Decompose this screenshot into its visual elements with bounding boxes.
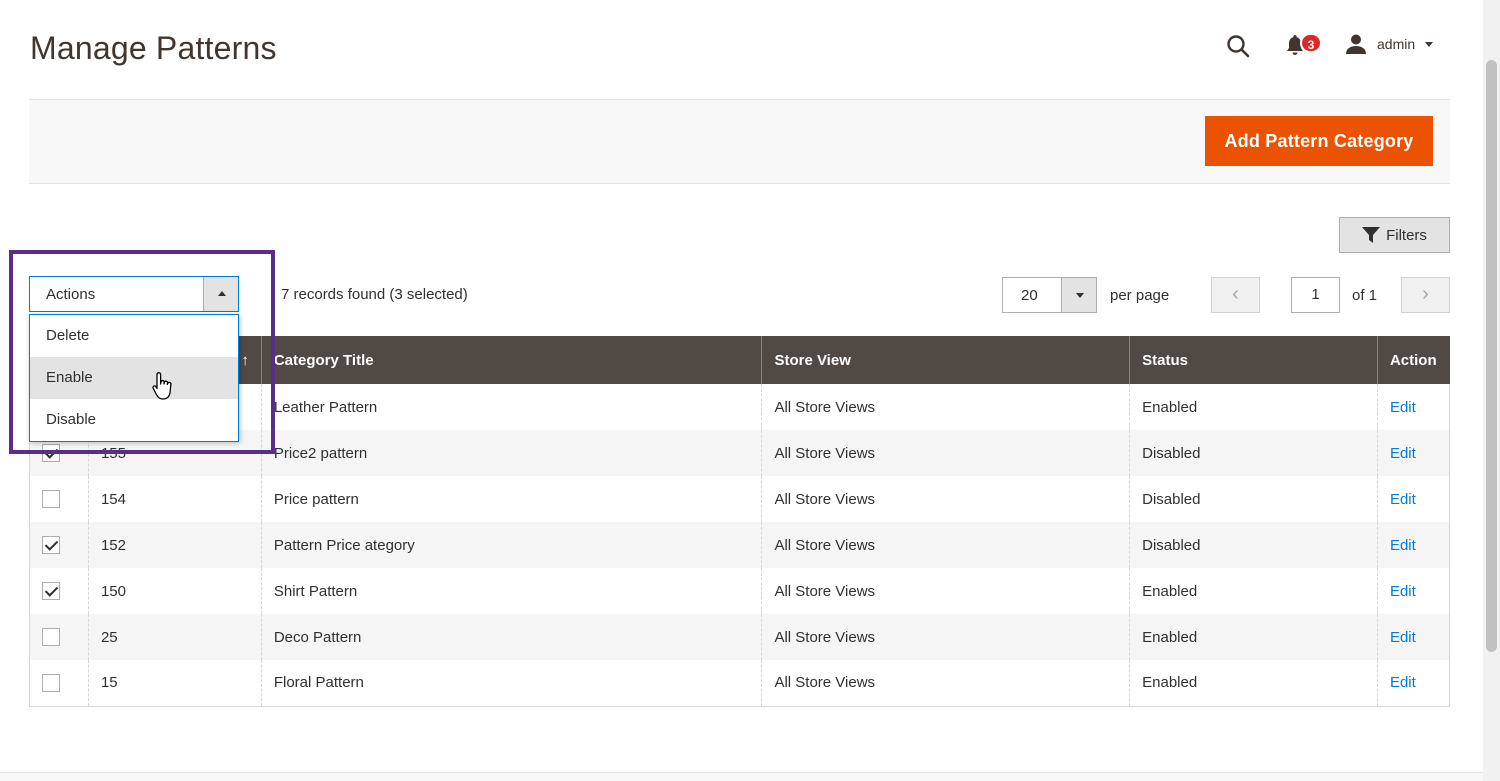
row-select-cell[interactable] <box>29 568 89 614</box>
row-select-cell[interactable] <box>29 614 89 660</box>
chevron-down-icon[interactable] <box>1061 278 1096 312</box>
table-row[interactable]: Leather Pattern All Store Views Enabled Edi… <box>29 384 1451 430</box>
row-action-cell: Edit <box>1376 614 1451 660</box>
row-store-view: All Store Views <box>761 430 1130 476</box>
chevron-up-icon[interactable] <box>203 277 238 311</box>
table-row[interactable]: 154 Price pattern All Store Views Disabled E… <box>29 476 1451 522</box>
edit-link[interactable]: Edit <box>1390 537 1416 554</box>
row-category-title: Deco Pattern <box>260 614 762 660</box>
row-action-cell: Edit <box>1376 476 1451 522</box>
row-category-title: Floral Pattern <box>260 660 762 707</box>
scrollbar-thumb[interactable] <box>1486 60 1497 652</box>
row-status: Disabled <box>1129 430 1378 476</box>
sort-arrow-icon[interactable]: ↑ <box>241 352 249 369</box>
row-id: 150 <box>87 568 262 614</box>
chevron-down-icon[interactable] <box>1425 42 1433 47</box>
column-header-store-view[interactable]: Store View <box>761 336 1130 384</box>
search-icon[interactable] <box>1226 34 1250 63</box>
column-header-status[interactable]: Status <box>1129 336 1378 384</box>
row-select-cell[interactable] <box>29 660 89 707</box>
previous-page-button[interactable]: ‹ <box>1211 277 1260 313</box>
row-action-cell: Edit <box>1376 384 1451 430</box>
row-checkbox[interactable] <box>42 444 60 463</box>
hand-cursor-icon <box>151 372 173 407</box>
edit-link[interactable]: Edit <box>1390 445 1416 462</box>
row-store-view: All Store Views <box>761 522 1130 568</box>
per-page-select[interactable]: 20 <box>1002 277 1097 313</box>
row-checkbox[interactable] <box>42 673 60 692</box>
row-status: Disabled <box>1129 476 1378 522</box>
per-page-label: per page <box>1110 287 1170 304</box>
row-category-title: Price pattern <box>260 476 762 522</box>
next-page-button[interactable]: › <box>1401 277 1450 313</box>
footer-divider <box>0 772 1483 781</box>
edit-link[interactable]: Edit <box>1390 629 1416 646</box>
column-header-category-title[interactable]: Category Title <box>260 336 762 384</box>
row-status: Enabled <box>1129 384 1378 430</box>
records-found-text: 7 records found (3 selected) <box>281 286 468 303</box>
table-row[interactable]: 150 Shirt Pattern All Store Views Enabled Ed… <box>29 568 1451 614</box>
per-page-value: 20 <box>1021 287 1038 304</box>
table-row[interactable]: 152 Pattern Price ategory All Store Views D… <box>29 522 1451 568</box>
page-actions-bar: Add Pattern Category <box>29 99 1450 184</box>
add-pattern-category-button[interactable]: Add Pattern Category <box>1205 116 1433 166</box>
row-category-title: Pattern Price ategory <box>260 522 762 568</box>
mass-actions-dropdown[interactable]: Actions <box>29 276 239 312</box>
row-action-cell: Edit <box>1376 568 1451 614</box>
edit-link[interactable]: Edit <box>1390 583 1416 600</box>
row-store-view: All Store Views <box>761 384 1130 430</box>
edit-link[interactable]: Edit <box>1390 674 1416 691</box>
action-option-disable[interactable]: Disable <box>30 399 238 441</box>
edit-link[interactable]: Edit <box>1390 491 1416 508</box>
action-option-delete[interactable]: Delete <box>30 315 238 357</box>
filters-button[interactable]: Filters <box>1339 217 1450 253</box>
row-store-view: All Store Views <box>761 614 1130 660</box>
grid-header-row: ↑ Category Title Store View Status Actio… <box>29 336 1450 384</box>
row-checkbox[interactable] <box>42 490 60 509</box>
row-store-view: All Store Views <box>761 476 1130 522</box>
row-checkbox[interactable] <box>42 536 60 555</box>
total-pages-label: of 1 <box>1352 287 1378 304</box>
row-checkbox[interactable] <box>42 628 60 647</box>
row-category-title: Shirt Pattern <box>260 568 762 614</box>
edit-link[interactable]: Edit <box>1390 399 1416 416</box>
row-id: 152 <box>87 522 262 568</box>
patterns-grid: ↑ Category Title Store View Status Actio… <box>29 336 1451 707</box>
table-row[interactable]: 25 Deco Pattern All Store Views Enabled Edit <box>29 614 1451 660</box>
row-category-title: Price2 pattern <box>260 430 762 476</box>
row-id: 154 <box>87 476 262 522</box>
mass-actions-menu: Delete Enable Disable <box>29 314 239 442</box>
row-status: Disabled <box>1129 522 1378 568</box>
user-name[interactable]: admin <box>1377 36 1415 52</box>
row-action-cell: Edit <box>1376 660 1451 707</box>
row-select-cell[interactable] <box>29 522 89 568</box>
row-status: Enabled <box>1129 568 1378 614</box>
row-action-cell: Edit <box>1376 430 1451 476</box>
filter-icon <box>1362 227 1381 243</box>
row-action-cell: Edit <box>1376 522 1451 568</box>
scrollbar[interactable] <box>1483 0 1500 781</box>
page-title: Manage Patterns <box>30 30 277 66</box>
row-status: Enabled <box>1129 660 1378 707</box>
user-icon[interactable] <box>1345 33 1367 60</box>
row-category-title: Leather Pattern <box>260 384 762 430</box>
column-header-action: Action <box>1376 336 1450 384</box>
row-select-cell[interactable] <box>29 476 89 522</box>
row-id: 25 <box>87 614 262 660</box>
filters-label: Filters <box>1386 226 1427 244</box>
row-store-view: All Store Views <box>761 568 1130 614</box>
row-checkbox[interactable] <box>42 582 60 601</box>
current-page-input[interactable]: 1 <box>1291 277 1340 313</box>
notification-badge[interactable]: 3 <box>1300 33 1322 53</box>
action-option-enable[interactable]: Enable <box>30 357 238 399</box>
table-row[interactable]: 15 Floral Pattern All Store Views Enabled Ed… <box>29 660 1451 707</box>
row-id: 15 <box>87 660 262 707</box>
table-row[interactable]: 155 Price2 pattern All Store Views Disabled… <box>29 430 1451 476</box>
mass-actions-label: Actions <box>46 286 96 303</box>
row-store-view: All Store Views <box>761 660 1130 707</box>
row-status: Enabled <box>1129 614 1378 660</box>
